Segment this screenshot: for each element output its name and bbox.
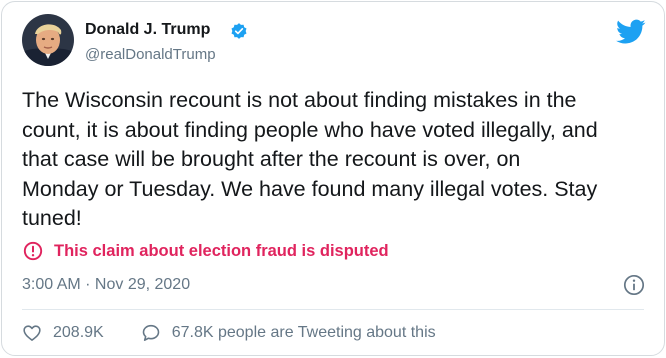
tweet-text-line: Monday or Tuesday. We have found many il… bbox=[22, 176, 598, 201]
avatar[interactable] bbox=[22, 14, 74, 66]
author-display-name[interactable]: Donald J. Trump bbox=[85, 21, 210, 39]
tweet-actions: 208.9K 67.8K people are Tweeting about t… bbox=[22, 321, 436, 345]
disputed-claim-label[interactable]: This claim about election fraud is dispu… bbox=[54, 242, 389, 261]
tweet-card[interactable]: Donald J. Trump @realDonaldTrump The Wis… bbox=[1, 1, 665, 356]
tweet-text-line: tuned! bbox=[22, 206, 82, 230]
like-count: 208.9K bbox=[53, 324, 104, 341]
tweet-text-line: The Wisconsin recount is not about findi… bbox=[22, 88, 577, 112]
like-button[interactable]: 208.9K bbox=[22, 323, 104, 343]
tweet-text-line: count, it is about finding people who ha… bbox=[22, 117, 598, 142]
disputed-claim-notice[interactable]: This claim about election fraud is dispu… bbox=[23, 240, 389, 262]
info-icon[interactable] bbox=[623, 274, 645, 296]
tweet-timestamp[interactable]: 3:00 AM · Nov 29, 2020 bbox=[22, 276, 190, 294]
tweeting-about-link[interactable]: 67.8K people are Tweeting about this bbox=[141, 323, 436, 343]
profile-photo-icon bbox=[22, 14, 74, 66]
divider bbox=[22, 309, 644, 310]
tweet-text: The Wisconsin recount is not about findi… bbox=[22, 86, 647, 234]
twitter-bird-icon[interactable] bbox=[616, 19, 646, 45]
author-handle[interactable]: @realDonaldTrump bbox=[85, 46, 216, 63]
tweet-text-line: that case will be brought after the reco… bbox=[22, 147, 521, 171]
exclamation-circle-icon bbox=[23, 241, 43, 261]
heart-icon bbox=[23, 325, 41, 341]
tweeting-about-label: 67.8K people are Tweeting about this bbox=[171, 324, 436, 341]
speech-bubble-icon bbox=[142, 324, 160, 341]
verified-badge-icon bbox=[231, 23, 247, 39]
